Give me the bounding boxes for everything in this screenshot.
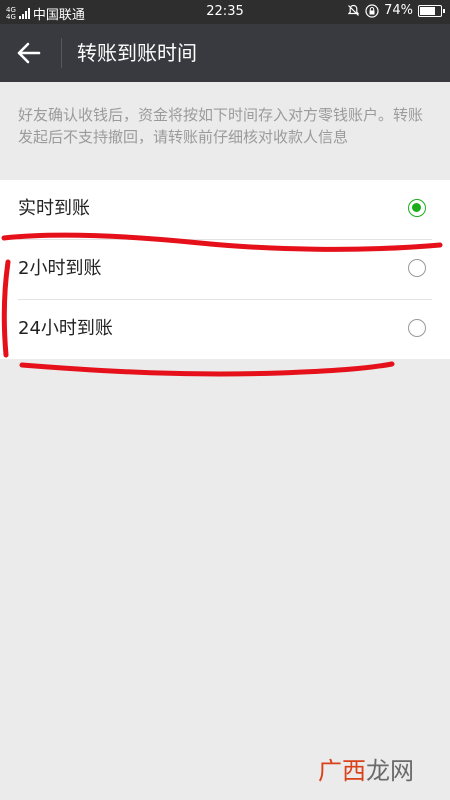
status-bar: 4G 4G 中国联通 22:35 74% <box>0 0 450 24</box>
radio-icon[interactable] <box>408 259 426 277</box>
option-2-hours[interactable]: 2小时到账 <box>18 239 432 299</box>
bell-muted-icon <box>347 4 360 16</box>
option-label: 24小时到账 <box>18 318 113 339</box>
watermark-logo: 广西龙网 <box>318 751 414 786</box>
radio-icon[interactable] <box>408 319 426 337</box>
title-divider <box>61 38 62 68</box>
watermark-part-1: 广西 <box>318 757 366 785</box>
option-24-hours[interactable]: 24小时到账 <box>18 299 432 359</box>
option-label: 2小时到账 <box>18 258 102 279</box>
radio-icon[interactable] <box>408 199 426 217</box>
status-right: 74% <box>347 3 445 18</box>
battery-icon <box>418 4 445 17</box>
arrival-time-options: 实时到账 2小时到账 24小时到账 <box>0 180 450 359</box>
notice-text: 好友确认收钱后，资金将按如下时间存入对方零钱账户。转账发起后不支持撤回，请转账前… <box>18 106 424 146</box>
arrow-left-icon <box>17 42 41 64</box>
option-label: 实时到账 <box>18 198 90 219</box>
battery-percent: 74% <box>384 3 413 18</box>
page-title: 转账到账时间 <box>77 41 197 65</box>
battery-fill <box>420 6 435 15</box>
back-button[interactable] <box>14 38 46 68</box>
rotation-lock-icon <box>365 3 379 18</box>
annotation-underline-2 <box>19 361 395 377</box>
option-realtime[interactable]: 实时到账 <box>0 180 450 239</box>
watermark-part-2: 龙网 <box>366 757 414 785</box>
app-bar: 转账到账时间 <box>0 24 450 82</box>
